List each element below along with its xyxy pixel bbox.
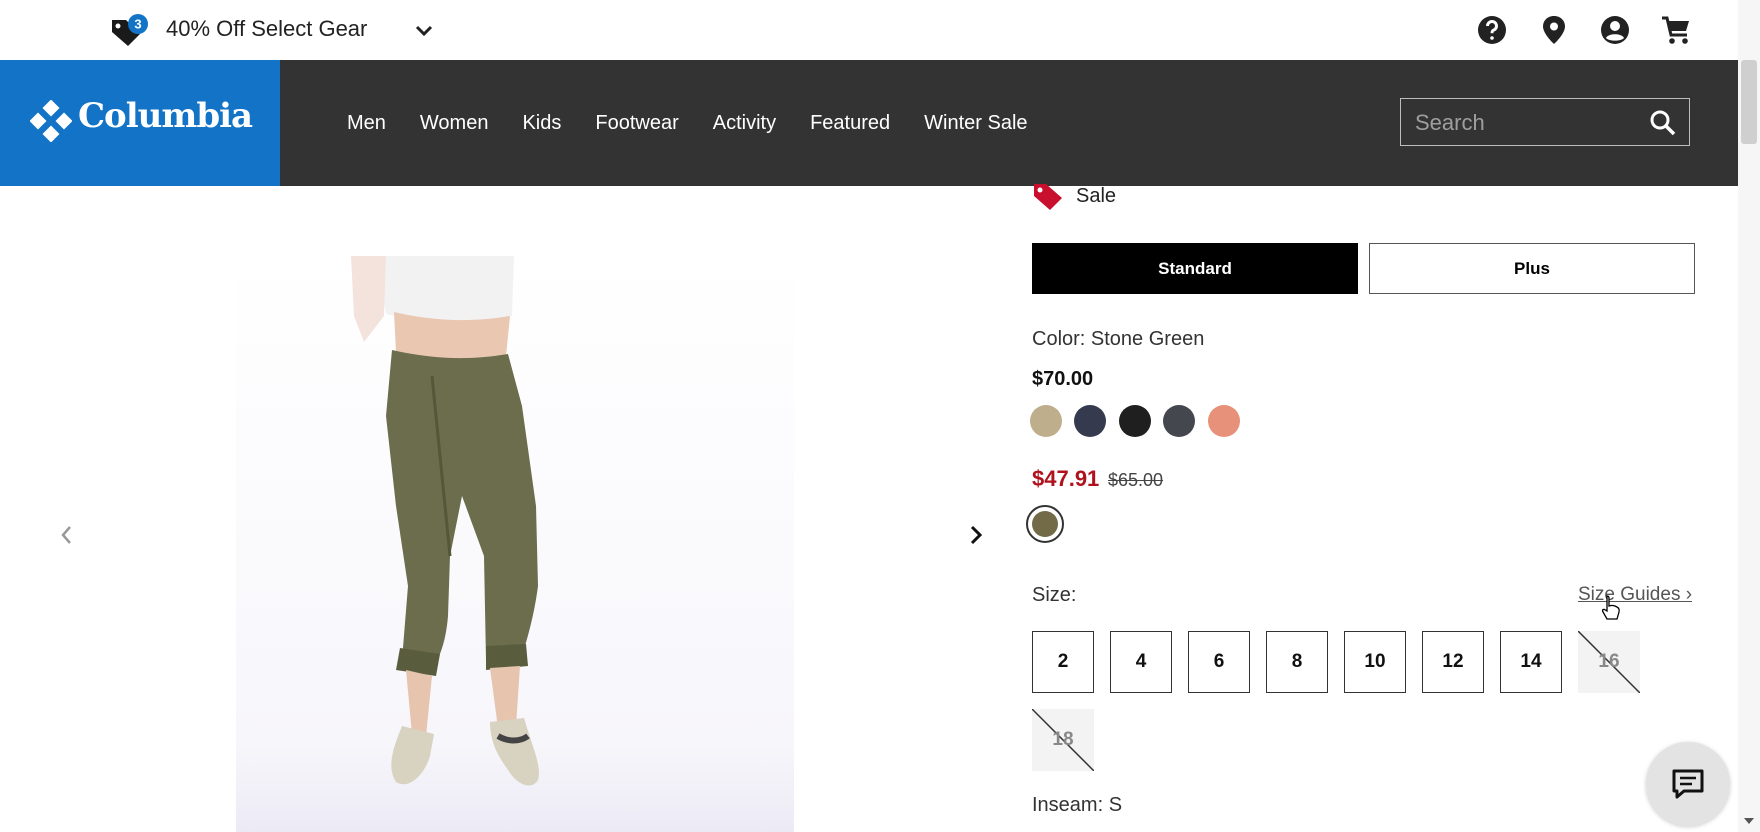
chat-bubble-icon <box>1672 769 1704 799</box>
nav-link-men[interactable]: Men <box>347 112 386 135</box>
cart-icon[interactable] <box>1659 13 1693 47</box>
size-option-label: 8 <box>1291 651 1303 672</box>
account-icon[interactable] <box>1598 13 1632 47</box>
sale-tag-icon <box>1034 184 1062 210</box>
chat-button[interactable] <box>1646 742 1730 826</box>
size-option-label: 18 <box>1052 729 1074 750</box>
regular-price: $70.00 <box>1032 368 1094 390</box>
size-option-label: 14 <box>1520 651 1542 672</box>
sale-indicator: Sale <box>1032 178 1116 214</box>
brand-name: Columbia <box>78 96 253 136</box>
promo-tag-icon[interactable]: 3 <box>110 14 150 48</box>
size-option-8[interactable]: 8 <box>1266 631 1328 693</box>
size-label: Size: <box>1032 584 1077 606</box>
hand-cursor-icon <box>1601 595 1620 620</box>
nav-link-women[interactable]: Women <box>420 112 489 135</box>
search-input[interactable] <box>1413 105 1647 141</box>
color-swatch-navy[interactable] <box>1074 405 1106 437</box>
size-option-12[interactable]: 12 <box>1422 631 1484 693</box>
gallery-next-arrow-icon[interactable] <box>962 520 990 550</box>
color-swatch-charcoal[interactable] <box>1163 405 1195 437</box>
sale-price: $47.91 <box>1032 466 1100 491</box>
size-option-14[interactable]: 14 <box>1500 631 1562 693</box>
nav-link-winter-sale[interactable]: Winter Sale <box>924 112 1027 135</box>
nav-link-footwear[interactable]: Footwear <box>595 112 678 135</box>
color-swatch-black[interactable] <box>1119 405 1151 437</box>
size-option-label: 2 <box>1057 651 1069 672</box>
size-option-16-unavailable[interactable]: 16 <box>1578 631 1640 693</box>
chevron-down-icon[interactable] <box>410 18 438 44</box>
scroll-down-arrow-icon[interactable] <box>1741 814 1757 828</box>
nav-link-featured[interactable]: Featured <box>810 112 890 135</box>
product-image <box>236 256 794 832</box>
scrollbar-thumb[interactable] <box>1741 60 1757 144</box>
size-option-6[interactable]: 6 <box>1188 631 1250 693</box>
size-guides-link[interactable]: Size Guides › <box>1578 584 1692 606</box>
promo-badge-count: 3 <box>134 17 141 32</box>
search-box <box>1400 98 1690 146</box>
original-price: $65.00 <box>1108 470 1164 490</box>
swatch-fill <box>1032 511 1058 537</box>
promo-bar: 3 40% Off Select Gear <box>0 0 1738 60</box>
size-option-label: 12 <box>1442 651 1464 672</box>
search-icon[interactable] <box>1649 109 1677 137</box>
fit-standard-button[interactable]: Standard <box>1032 243 1358 294</box>
nav-link-activity[interactable]: Activity <box>713 112 776 135</box>
size-option-18-unavailable[interactable]: 18 <box>1032 709 1094 771</box>
sale-label: Sale <box>1076 184 1117 207</box>
location-icon[interactable] <box>1537 13 1571 47</box>
columbia-diamond-icon <box>30 100 72 142</box>
promo-text[interactable]: 40% Off Select Gear <box>166 16 367 42</box>
color-swatch-tan[interactable] <box>1030 405 1062 437</box>
inseam-label: Inseam: S <box>1032 794 1123 816</box>
main-nav: Columbia Men Women Kids Footwear Activit… <box>0 60 1738 186</box>
size-option-2[interactable]: 2 <box>1032 631 1094 693</box>
color-swatch-stone-green-selected[interactable] <box>1026 505 1064 543</box>
color-swatch-coral[interactable] <box>1208 405 1240 437</box>
color-label: Color: Stone Green <box>1032 328 1205 350</box>
gallery-prev-arrow-icon[interactable] <box>54 520 78 550</box>
nav-links: Men Women Kids Footwear Activity Feature… <box>330 60 1045 186</box>
nav-link-kids[interactable]: Kids <box>522 112 561 135</box>
size-option-4[interactable]: 4 <box>1110 631 1172 693</box>
size-option-label: 10 <box>1364 651 1386 672</box>
size-option-label: 4 <box>1135 651 1147 672</box>
size-option-label: 6 <box>1213 651 1225 672</box>
size-option-10[interactable]: 10 <box>1344 631 1406 693</box>
size-option-label: 16 <box>1598 651 1620 672</box>
fit-plus-button[interactable]: Plus <box>1369 243 1695 294</box>
columbia-logo[interactable]: Columbia <box>0 60 280 186</box>
help-icon[interactable] <box>1475 13 1509 47</box>
